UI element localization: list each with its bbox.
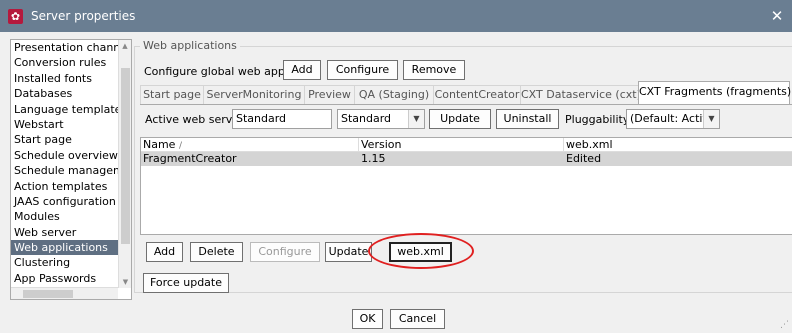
force-update-button[interactable]: Force update	[143, 273, 229, 293]
sidebar-item-conversion-rules[interactable]: Conversion rules	[11, 55, 118, 70]
add-button[interactable]: Add	[146, 242, 183, 262]
scroll-thumb[interactable]	[121, 68, 130, 244]
sidebar-item-databases[interactable]: Databases	[11, 86, 118, 101]
ok-button[interactable]: OK	[352, 309, 383, 329]
sidebar-item-start-page[interactable]: Start page	[11, 132, 118, 147]
cell-version: 1.15	[361, 152, 386, 165]
pluggability-label: Pluggability:	[565, 113, 633, 126]
sort-indicator-icon: /	[178, 141, 182, 151]
close-icon[interactable]: ✕	[762, 0, 792, 32]
column-header-webxml[interactable]: web.xml	[564, 138, 792, 152]
sidebar-item-language-templates[interactable]: Language templates	[11, 102, 118, 117]
pluggability-select[interactable]: (Default: Active) ▼	[626, 109, 720, 129]
sidebar-item-installed-fonts[interactable]: Installed fonts	[11, 71, 118, 86]
scroll-up-icon[interactable]: ▲	[119, 40, 131, 52]
active-webserver-field[interactable]: Standard	[232, 109, 332, 129]
tab-panel-border	[140, 104, 792, 107]
nav-vertical-scrollbar[interactable]: ▲ ▼	[118, 40, 131, 288]
table-row[interactable]: FragmentCreator 1.15 Edited	[141, 152, 792, 166]
update-webserver-button[interactable]: Update	[429, 109, 491, 129]
nav-list: Presentation channelsConversion rulesIns…	[11, 40, 118, 286]
uninstall-button[interactable]: Uninstall	[496, 109, 559, 129]
resize-grip-icon[interactable]: ⋰	[780, 320, 789, 330]
sidebar-item-action-templates[interactable]: Action templates	[11, 179, 118, 194]
tab-start-page[interactable]: Start page	[140, 85, 204, 105]
tab-contentcreator[interactable]: ContentCreator	[433, 85, 521, 105]
sidebar-item-presentation-channels[interactable]: Presentation channels	[11, 40, 118, 55]
tab-preview[interactable]: Preview	[304, 85, 355, 105]
sidebar-item-webstart[interactable]: Webstart	[11, 117, 118, 132]
tab-qa-staging[interactable]: QA (Staging)	[354, 85, 434, 105]
column-header-version[interactable]: Version	[359, 138, 564, 152]
webserver-select[interactable]: Standard ▼	[337, 109, 425, 129]
tab-servermonitoring[interactable]: ServerMonitoring	[203, 85, 305, 105]
tab-cxt-fragments[interactable]: CXT Fragments (fragments)	[638, 81, 791, 105]
cell-name: FragmentCreator	[143, 152, 237, 165]
configure-global-button[interactable]: Configure	[327, 60, 398, 80]
delete-button[interactable]: Delete	[190, 242, 243, 262]
remove-global-button[interactable]: Remove	[403, 60, 465, 80]
table-header: Name / Version web.xml	[141, 138, 792, 152]
sidebar-item-web-applications[interactable]: Web applications	[11, 240, 118, 256]
chevron-down-icon[interactable]: ▼	[408, 110, 424, 128]
sidebar-item-app-passwords[interactable]: App Passwords	[11, 271, 118, 286]
settings-icon: ✿	[8, 9, 23, 24]
title-bar: ✿ Server properties ✕	[0, 0, 792, 32]
window-title: Server properties	[31, 9, 136, 23]
configure-button[interactable]: Configure	[250, 242, 320, 262]
cancel-button[interactable]: Cancel	[390, 309, 445, 329]
group-title: Web applications	[140, 39, 240, 52]
add-global-button[interactable]: Add	[283, 60, 321, 80]
cell-webxml: Edited	[566, 152, 602, 165]
sidebar-item-jaas-configuration[interactable]: JAAS configuration	[11, 194, 118, 209]
update-button[interactable]: Update	[325, 242, 372, 262]
sidebar-item-schedule-management[interactable]: Schedule management	[11, 163, 118, 178]
column-name-label: Name	[143, 138, 176, 151]
column-header-name[interactable]: Name /	[141, 138, 359, 152]
sidebar-item-schedule-overview[interactable]: Schedule overview	[11, 148, 118, 163]
hscroll-thumb[interactable]	[23, 290, 73, 298]
sidebar-item-clustering[interactable]: Clustering	[11, 255, 118, 270]
webxml-button[interactable]: web.xml	[389, 242, 452, 262]
sidebar-item-web-server[interactable]: Web server	[11, 225, 118, 240]
configure-global-label: Configure global web apps:	[144, 65, 295, 78]
nav-horizontal-scrollbar[interactable]	[11, 287, 118, 299]
chevron-down-icon[interactable]: ▼	[703, 110, 719, 128]
tab-cxt-dataservice[interactable]: CXT Dataservice (cxt)	[520, 85, 641, 105]
webapp-table[interactable]: Name / Version web.xml FragmentCreator 1…	[140, 137, 792, 235]
settings-nav-list[interactable]: Presentation channelsConversion rulesIns…	[10, 39, 132, 300]
scroll-down-icon[interactable]: ▼	[119, 276, 131, 288]
sidebar-item-modules[interactable]: Modules	[11, 209, 118, 224]
webserver-select-value: Standard	[341, 112, 392, 125]
